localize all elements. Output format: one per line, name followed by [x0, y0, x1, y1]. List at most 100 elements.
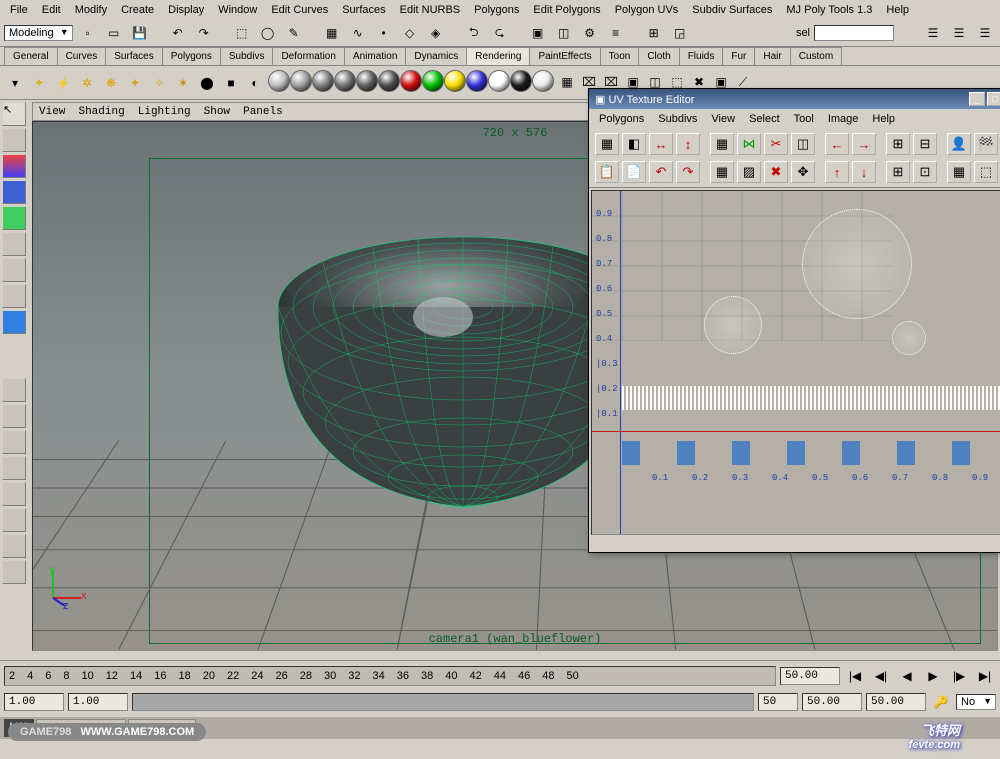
uv-grid1-icon[interactable]: ⊞: [886, 133, 910, 155]
uv-flip-u-icon[interactable]: ↔: [649, 133, 673, 155]
two-pane-icon[interactable]: [2, 430, 26, 454]
uv-copy-icon[interactable]: 📋: [595, 161, 619, 183]
script-icon[interactable]: [2, 560, 26, 584]
uv-grid2-icon[interactable]: ⊟: [913, 133, 937, 155]
ffwd-icon[interactable]: ▶|: [974, 665, 996, 687]
uv-delete-icon[interactable]: ✖: [764, 161, 788, 183]
menu-modify[interactable]: Modify: [69, 2, 113, 18]
history-icon[interactable]: ⮌: [463, 22, 485, 44]
char-dropdown[interactable]: No: [956, 694, 996, 710]
scale-tool-icon[interactable]: [2, 206, 26, 230]
layers-icon[interactable]: ≡: [605, 22, 627, 44]
menu-polygons[interactable]: Polygons: [468, 2, 525, 18]
outliner-icon[interactable]: [2, 534, 26, 558]
range-end-field[interactable]: [758, 693, 798, 711]
uv-paste-icon[interactable]: 📄: [622, 161, 646, 183]
toolopt-icon[interactable]: ☰: [948, 22, 970, 44]
vollight-icon[interactable]: ✧: [148, 72, 170, 94]
playfwd-icon[interactable]: ▶: [922, 665, 944, 687]
menu-file[interactable]: File: [4, 2, 34, 18]
snap-point-icon[interactable]: •: [373, 22, 395, 44]
show-manips-icon[interactable]: ⊞: [643, 22, 665, 44]
vp-panels[interactable]: Panels: [243, 106, 283, 118]
menu-editnurbs[interactable]: Edit NURBS: [394, 2, 467, 18]
lasttool-icon[interactable]: [2, 310, 26, 334]
spotlight-icon[interactable]: ❋: [100, 72, 122, 94]
tab-subdivs[interactable]: Subdivs: [220, 47, 274, 65]
uv-right-icon[interactable]: →: [852, 133, 876, 155]
menu-create[interactable]: Create: [115, 2, 160, 18]
shader-ball-icon[interactable]: [334, 70, 356, 92]
uv-canvas[interactable]: 0.90.80.70.60.50.4|0.3|0.2|0.1 0.10.20.3…: [591, 190, 1000, 535]
renderglobals-icon[interactable]: ⚙: [579, 22, 601, 44]
uv-image[interactable]: Image: [822, 111, 865, 127]
snap-curve-icon[interactable]: ∿: [347, 22, 369, 44]
time-slider[interactable]: 2468101214161820222426283032343638404244…: [4, 666, 776, 686]
tab-cloth[interactable]: Cloth: [638, 47, 679, 65]
amblight-icon[interactable]: ✦: [28, 72, 50, 94]
menu-surfaces[interactable]: Surfaces: [336, 2, 391, 18]
range-start-field[interactable]: [4, 693, 64, 711]
channelbox-icon[interactable]: ☰: [974, 22, 996, 44]
paint-icon[interactable]: ✎: [283, 22, 305, 44]
menu-editpolygons[interactable]: Edit Polygons: [527, 2, 606, 18]
uv-frame-icon[interactable]: ⬚: [974, 161, 998, 183]
rewind-icon[interactable]: |◀: [844, 665, 866, 687]
uv-rotcw-icon[interactable]: ↷: [676, 161, 700, 183]
arealight-icon[interactable]: ✦: [124, 72, 146, 94]
persp-graph-icon[interactable]: [2, 482, 26, 506]
menu-window[interactable]: Window: [212, 2, 263, 18]
autokey-icon[interactable]: 🔑: [930, 691, 952, 713]
select-tool-icon[interactable]: ↖: [2, 102, 26, 126]
uv-layout-icon[interactable]: ◫: [791, 133, 815, 155]
current-frame-field[interactable]: [780, 667, 840, 685]
softmod-tool-icon[interactable]: [2, 258, 26, 282]
playback-icon[interactable]: ◀: [896, 665, 918, 687]
tab-fur[interactable]: Fur: [722, 47, 755, 65]
shader-ball-icon[interactable]: [422, 70, 444, 92]
toggle-icon[interactable]: ◲: [669, 22, 691, 44]
history-on-icon[interactable]: ⮎: [489, 22, 511, 44]
stepback-icon[interactable]: ◀|: [870, 665, 892, 687]
range-end3-field[interactable]: [866, 693, 926, 711]
vp-lighting[interactable]: Lighting: [138, 106, 191, 118]
uv-racer-icon[interactable]: 🏁: [974, 133, 998, 155]
tab-deformation[interactable]: Deformation: [272, 47, 344, 65]
uv-up-icon[interactable]: ↑: [825, 161, 849, 183]
menu-editcurves[interactable]: Edit Curves: [265, 2, 334, 18]
uv-align2-icon[interactable]: ⊡: [913, 161, 937, 183]
dirlight-icon[interactable]: ⚡: [52, 72, 74, 94]
open-icon[interactable]: ▭: [103, 22, 125, 44]
pointlight-icon[interactable]: ✲: [76, 72, 98, 94]
uv-checker-icon[interactable]: ▦: [595, 133, 619, 155]
range-slider[interactable]: [132, 693, 754, 711]
minimize-icon[interactable]: _: [969, 92, 985, 106]
stepfwd-icon[interactable]: |▶: [948, 665, 970, 687]
tab-general[interactable]: General: [4, 47, 58, 65]
camera-icon[interactable]: ⬤: [196, 72, 218, 94]
menu-polygonuvs[interactable]: Polygon UVs: [609, 2, 685, 18]
vp-show[interactable]: Show: [204, 106, 230, 118]
tab-toon[interactable]: Toon: [600, 47, 640, 65]
select-icon[interactable]: ⬚: [231, 22, 253, 44]
uv-sew-icon[interactable]: ⋈: [737, 133, 761, 155]
shader-ball-icon[interactable]: [356, 70, 378, 92]
vp-view[interactable]: View: [39, 106, 65, 118]
uv-polygons[interactable]: Polygons: [593, 111, 650, 127]
tab-polygons[interactable]: Polygons: [162, 47, 221, 65]
uv-move-icon[interactable]: ✥: [791, 161, 815, 183]
undo-icon[interactable]: ↶: [167, 22, 189, 44]
shader-ball-icon[interactable]: [378, 70, 400, 92]
range-start2-field[interactable]: [68, 693, 128, 711]
hypershade-icon[interactable]: [2, 508, 26, 532]
uv-dim-icon[interactable]: ◧: [622, 133, 646, 155]
texture-icon[interactable]: ■: [220, 72, 242, 94]
shader-ball-icon[interactable]: [312, 70, 334, 92]
shelf-end-icon[interactable]: ▦: [556, 71, 578, 93]
vp-shading[interactable]: Shading: [78, 106, 124, 118]
snap-live-icon[interactable]: ◈: [425, 22, 447, 44]
uv-unfold-icon[interactable]: ▦: [710, 161, 734, 183]
manip-tool-icon[interactable]: [2, 232, 26, 256]
uv-cut-icon[interactable]: ✂: [764, 133, 788, 155]
uv-subdivs[interactable]: Subdivs: [652, 111, 703, 127]
